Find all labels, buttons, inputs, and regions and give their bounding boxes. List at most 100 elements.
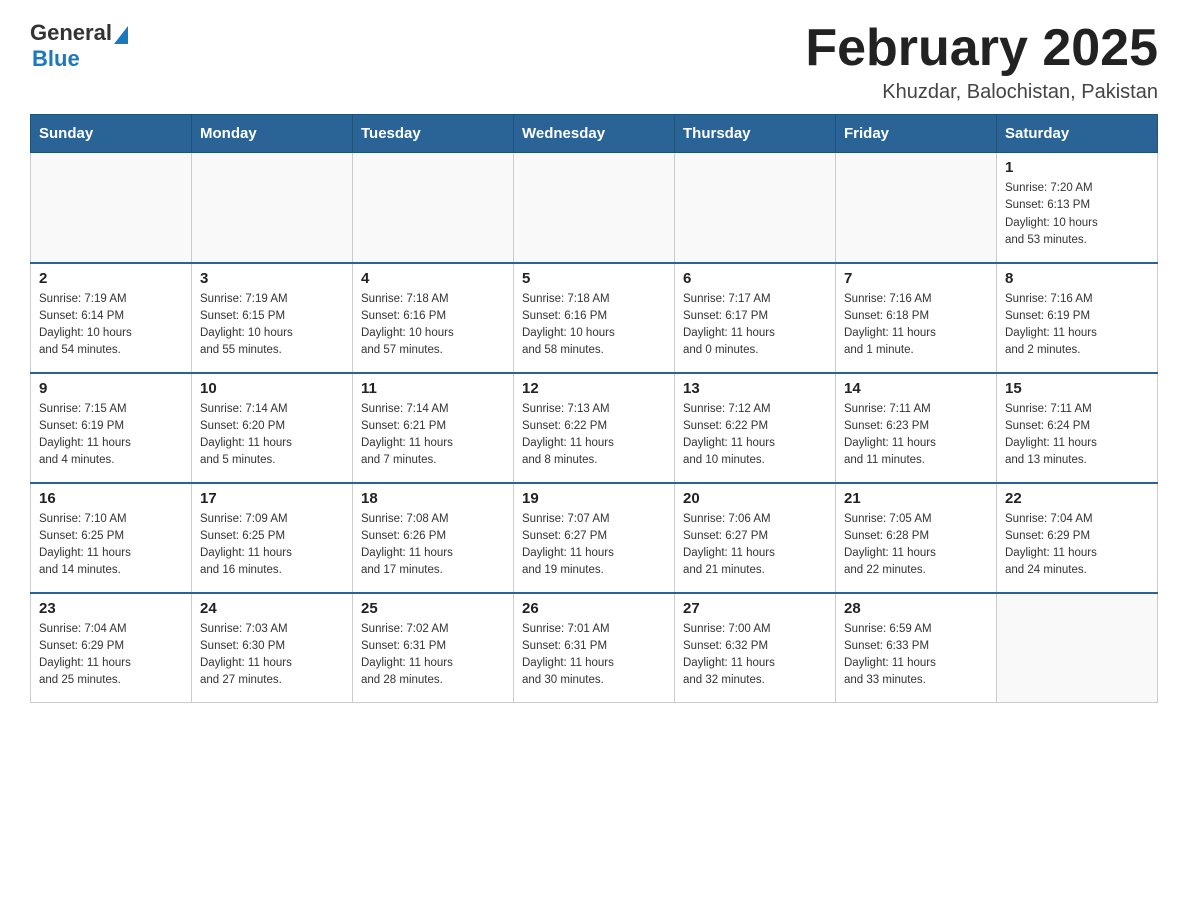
day-info: Sunrise: 7:07 AM Sunset: 6:27 PM Dayligh… [522,511,666,580]
month-title: February 2025 [805,20,1158,77]
day-info: Sunrise: 7:12 AM Sunset: 6:22 PM Dayligh… [683,401,827,470]
calendar-cell [675,153,836,263]
calendar-cell: 25 Sunrise: 7:02 AM Sunset: 6:31 PM Dayli… [353,593,514,703]
calendar-cell: 3 Sunrise: 7:19 AM Sunset: 6:15 PM Daylig… [192,263,353,373]
day-info: Sunrise: 7:19 AM Sunset: 6:15 PM Dayligh… [200,291,344,360]
calendar-cell: 17 Sunrise: 7:09 AM Sunset: 6:25 PM Dayli… [192,483,353,593]
day-info: Sunrise: 7:03 AM Sunset: 6:30 PM Dayligh… [200,621,344,690]
week-row-3: 9 Sunrise: 7:15 AM Sunset: 6:19 PM Daylig… [31,373,1158,483]
day-number: 22 [1005,490,1149,507]
weekday-header-friday: Friday [836,115,997,153]
location-text: Khuzdar, Balochistan, Pakistan [805,81,1158,104]
day-number: 17 [200,490,344,507]
day-info: Sunrise: 6:59 AM Sunset: 6:33 PM Dayligh… [844,621,988,690]
calendar-cell: 21 Sunrise: 7:05 AM Sunset: 6:28 PM Dayli… [836,483,997,593]
day-number: 16 [39,490,183,507]
day-number: 18 [361,490,505,507]
calendar-cell: 19 Sunrise: 7:07 AM Sunset: 6:27 PM Dayli… [514,483,675,593]
calendar-cell [836,153,997,263]
calendar-cell [997,593,1158,703]
calendar-cell: 12 Sunrise: 7:13 AM Sunset: 6:22 PM Dayli… [514,373,675,483]
day-number: 13 [683,380,827,397]
day-number: 20 [683,490,827,507]
day-info: Sunrise: 7:18 AM Sunset: 6:16 PM Dayligh… [361,291,505,360]
day-info: Sunrise: 7:11 AM Sunset: 6:23 PM Dayligh… [844,401,988,470]
calendar-cell: 5 Sunrise: 7:18 AM Sunset: 6:16 PM Daylig… [514,263,675,373]
weekday-header-saturday: Saturday [997,115,1158,153]
logo-blue-text: Blue [32,46,128,72]
day-info: Sunrise: 7:06 AM Sunset: 6:27 PM Dayligh… [683,511,827,580]
day-info: Sunrise: 7:17 AM Sunset: 6:17 PM Dayligh… [683,291,827,360]
calendar-cell: 1Sunrise: 7:20 AM Sunset: 6:13 PM Daylig… [997,153,1158,263]
calendar-cell: 2 Sunrise: 7:19 AM Sunset: 6:14 PM Daylig… [31,263,192,373]
weekday-header-row: SundayMondayTuesdayWednesdayThursdayFrid… [31,115,1158,153]
day-number: 8 [1005,270,1149,287]
calendar-cell [514,153,675,263]
day-number: 19 [522,490,666,507]
day-number: 6 [683,270,827,287]
calendar-cell: 10 Sunrise: 7:14 AM Sunset: 6:20 PM Dayli… [192,373,353,483]
calendar-cell: 13 Sunrise: 7:12 AM Sunset: 6:22 PM Dayli… [675,373,836,483]
day-info: Sunrise: 7:10 AM Sunset: 6:25 PM Dayligh… [39,511,183,580]
day-info: Sunrise: 7:11 AM Sunset: 6:24 PM Dayligh… [1005,401,1149,470]
calendar-cell: 20 Sunrise: 7:06 AM Sunset: 6:27 PM Dayli… [675,483,836,593]
day-number: 3 [200,270,344,287]
calendar-cell: 11 Sunrise: 7:14 AM Sunset: 6:21 PM Dayli… [353,373,514,483]
day-info: Sunrise: 7:04 AM Sunset: 6:29 PM Dayligh… [39,621,183,690]
day-number: 1 [1005,159,1149,176]
day-info: Sunrise: 7:09 AM Sunset: 6:25 PM Dayligh… [200,511,344,580]
calendar-cell: 26 Sunrise: 7:01 AM Sunset: 6:31 PM Dayli… [514,593,675,703]
logo-triangle-icon [114,26,128,44]
day-number: 9 [39,380,183,397]
logo: General Blue [30,20,128,72]
day-number: 11 [361,380,505,397]
day-info: Sunrise: 7:16 AM Sunset: 6:18 PM Dayligh… [844,291,988,360]
day-number: 4 [361,270,505,287]
day-info: Sunrise: 7:14 AM Sunset: 6:20 PM Dayligh… [200,401,344,470]
day-number: 2 [39,270,183,287]
calendar-cell: 16 Sunrise: 7:10 AM Sunset: 6:25 PM Dayli… [31,483,192,593]
calendar-cell: 24 Sunrise: 7:03 AM Sunset: 6:30 PM Dayli… [192,593,353,703]
day-number: 28 [844,600,988,617]
day-info: Sunrise: 7:15 AM Sunset: 6:19 PM Dayligh… [39,401,183,470]
week-row-4: 16 Sunrise: 7:10 AM Sunset: 6:25 PM Dayli… [31,483,1158,593]
day-number: 14 [844,380,988,397]
day-info: Sunrise: 7:16 AM Sunset: 6:19 PM Dayligh… [1005,291,1149,360]
day-number: 25 [361,600,505,617]
day-info: Sunrise: 7:14 AM Sunset: 6:21 PM Dayligh… [361,401,505,470]
day-number: 23 [39,600,183,617]
calendar-cell: 22 Sunrise: 7:04 AM Sunset: 6:29 PM Dayli… [997,483,1158,593]
day-info: Sunrise: 7:13 AM Sunset: 6:22 PM Dayligh… [522,401,666,470]
day-info: Sunrise: 7:01 AM Sunset: 6:31 PM Dayligh… [522,621,666,690]
day-number: 24 [200,600,344,617]
logo-general-text: General [30,20,112,46]
day-number: 26 [522,600,666,617]
day-info: Sunrise: 7:05 AM Sunset: 6:28 PM Dayligh… [844,511,988,580]
week-row-1: 1Sunrise: 7:20 AM Sunset: 6:13 PM Daylig… [31,153,1158,263]
calendar-cell: 14 Sunrise: 7:11 AM Sunset: 6:23 PM Dayli… [836,373,997,483]
title-block: February 2025 Khuzdar, Balochistan, Paki… [805,20,1158,104]
day-number: 5 [522,270,666,287]
day-info: Sunrise: 7:18 AM Sunset: 6:16 PM Dayligh… [522,291,666,360]
calendar-cell: 9 Sunrise: 7:15 AM Sunset: 6:19 PM Daylig… [31,373,192,483]
calendar-cell: 28 Sunrise: 6:59 AM Sunset: 6:33 PM Dayli… [836,593,997,703]
day-number: 7 [844,270,988,287]
day-info: Sunrise: 7:19 AM Sunset: 6:14 PM Dayligh… [39,291,183,360]
calendar-cell: 18 Sunrise: 7:08 AM Sunset: 6:26 PM Dayli… [353,483,514,593]
calendar-cell: 8 Sunrise: 7:16 AM Sunset: 6:19 PM Daylig… [997,263,1158,373]
weekday-header-tuesday: Tuesday [353,115,514,153]
day-info: Sunrise: 7:08 AM Sunset: 6:26 PM Dayligh… [361,511,505,580]
day-number: 27 [683,600,827,617]
day-number: 12 [522,380,666,397]
calendar-cell: 4 Sunrise: 7:18 AM Sunset: 6:16 PM Daylig… [353,263,514,373]
weekday-header-monday: Monday [192,115,353,153]
calendar-cell: 6 Sunrise: 7:17 AM Sunset: 6:17 PM Daylig… [675,263,836,373]
day-info: Sunrise: 7:00 AM Sunset: 6:32 PM Dayligh… [683,621,827,690]
day-info: Sunrise: 7:04 AM Sunset: 6:29 PM Dayligh… [1005,511,1149,580]
weekday-header-sunday: Sunday [31,115,192,153]
day-number: 21 [844,490,988,507]
day-number: 15 [1005,380,1149,397]
day-number: 10 [200,380,344,397]
day-info: Sunrise: 7:02 AM Sunset: 6:31 PM Dayligh… [361,621,505,690]
page-header: General Blue February 2025 Khuzdar, Balo… [30,20,1158,104]
